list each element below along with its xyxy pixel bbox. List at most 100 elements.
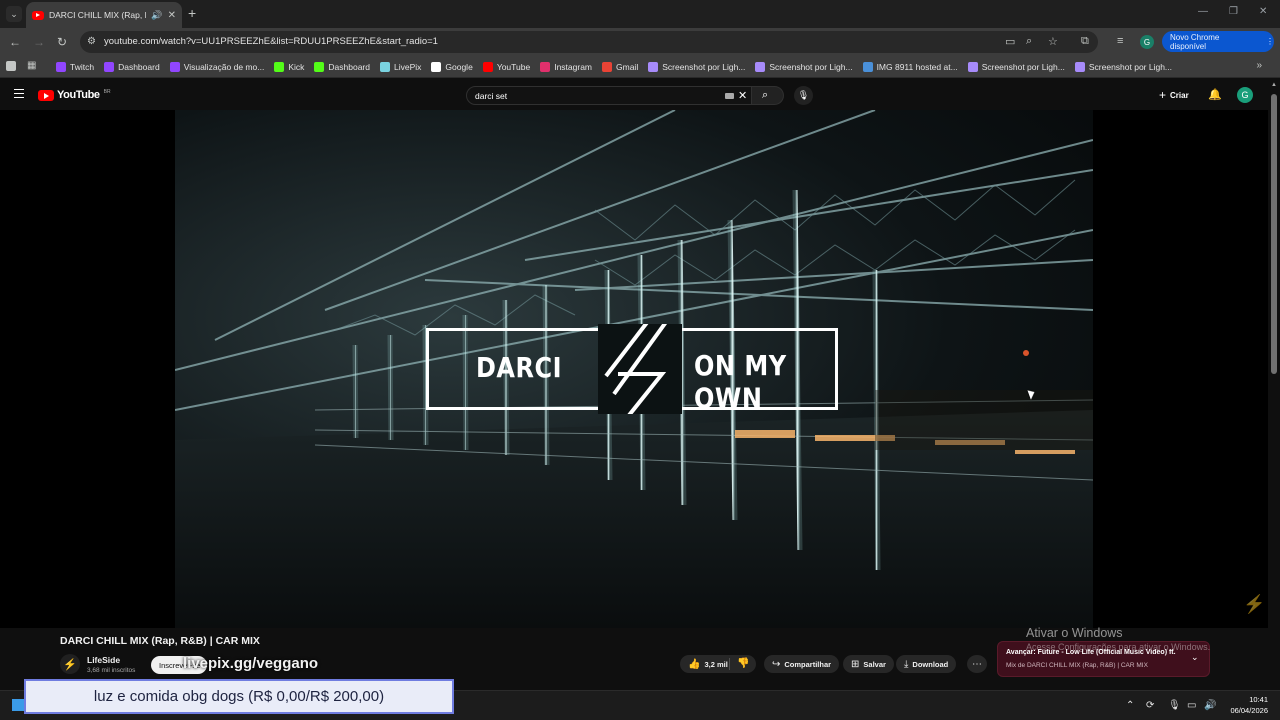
bookmark-star-icon[interactable]: ☆ xyxy=(1048,35,1058,48)
extensions-icon[interactable]: ⧉ xyxy=(1081,35,1089,48)
bookmark-label: Google xyxy=(445,62,473,72)
bookmark-item[interactable]: Instagram xyxy=(540,62,592,72)
channel-watermark-icon[interactable]: ⚡ xyxy=(1243,594,1265,615)
activation-title: Ativar o Windows xyxy=(1026,626,1123,640)
new-tab-button[interactable]: + xyxy=(188,6,196,20)
channel-logo-overlay: DARCI ON MY OWN xyxy=(426,324,838,414)
keyboard-icon[interactable] xyxy=(725,93,734,99)
save-button[interactable]: ⊞ Salvar xyxy=(843,655,894,673)
bookmark-item[interactable]: Screenshot por Ligh... xyxy=(967,62,1065,72)
hamburger-menu-icon[interactable] xyxy=(14,89,24,98)
bookmark-label: Visualização de mo... xyxy=(183,62,265,72)
close-window-icon[interactable]: ✕ xyxy=(1259,6,1267,17)
bookmark-item[interactable]: Kick xyxy=(274,62,304,72)
video-player[interactable]: DARCI ON MY OWN ⚡ xyxy=(0,110,1268,628)
network-icon[interactable]: ▭ xyxy=(1187,700,1196,711)
youtube-favicon-icon xyxy=(32,10,44,20)
search-button[interactable]: ⌕ xyxy=(752,86,784,105)
cast-icon[interactable]: ▭ xyxy=(1005,35,1015,48)
windows-activation-watermark: Ativar o Windows Acesse Configurações pa… xyxy=(1026,626,1210,652)
tray-expand-chevron-icon[interactable]: ⌃ xyxy=(1126,700,1134,711)
scrollbar-thumb[interactable] xyxy=(1271,94,1277,374)
clear-search-icon[interactable]: ✕ xyxy=(738,89,747,102)
like-button[interactable]: 👍 3,2 mil 👎 xyxy=(680,655,756,673)
voice-search-icon[interactable]: 🎙 xyxy=(794,86,813,105)
bookmark-item[interactable]: Dashboard xyxy=(104,62,160,72)
bookmark-item[interactable]: Google xyxy=(431,62,473,72)
more-bookmarks-icon[interactable]: » xyxy=(1256,60,1262,71)
notifications-bell-icon[interactable]: 🔔 xyxy=(1208,88,1222,101)
more-actions-icon[interactable]: ⋯ xyxy=(967,655,987,673)
bookmark-item[interactable]: Gmail xyxy=(602,62,638,72)
lightning-bolt-icon xyxy=(598,324,682,414)
overlay-track-text: ON MY OWN xyxy=(694,349,787,415)
volume-icon[interactable]: 🔊 xyxy=(1204,700,1216,711)
scroll-up-icon[interactable]: ▲ xyxy=(1271,82,1277,88)
speaker-icon[interactable]: 🔊 xyxy=(151,10,162,21)
channel-avatar[interactable]: ⚡ xyxy=(60,654,80,674)
taskbar-clock[interactable]: 10:41 06/04/2026 xyxy=(1226,695,1268,715)
page-scrollbar[interactable]: ▲ xyxy=(1268,80,1280,690)
sidebar-icon[interactable] xyxy=(6,61,16,71)
browser-tab-active[interactable]: DARCI CHILL MIX (Rap, R&B) 🔊 ✕ xyxy=(26,2,182,28)
chevron-down-icon[interactable]: ⌄ xyxy=(1191,652,1199,663)
overlay-artist-text: DARCI xyxy=(476,351,563,385)
bookmark-favicon-icon xyxy=(967,62,978,72)
youtube-play-icon xyxy=(38,89,54,101)
bookmark-label: Gmail xyxy=(616,62,639,72)
forward-arrow-icon[interactable]: → xyxy=(33,35,45,49)
search-input[interactable]: darci set ✕ xyxy=(466,86,752,105)
bookmark-item[interactable]: Dashboard xyxy=(314,62,370,72)
bookmark-item[interactable]: LivePix xyxy=(379,62,422,72)
youtube-logo[interactable]: YouTube BR xyxy=(38,89,111,101)
channel-name[interactable]: LifeSide xyxy=(87,655,120,665)
account-avatar[interactable]: G xyxy=(1237,87,1253,103)
media-controls-icon[interactable]: ≡ xyxy=(1117,35,1123,47)
bookmark-label: IMG 8911 hosted at... xyxy=(876,62,958,72)
bookmark-item[interactable]: Screenshot por Ligh... xyxy=(1074,62,1172,72)
thumbs-up-icon: 👍 xyxy=(688,658,701,670)
bookmark-favicon-icon xyxy=(862,62,873,72)
search-value: darci set xyxy=(475,91,508,101)
share-button[interactable]: ↪ Compartilhar xyxy=(764,655,840,673)
tab-search-chevron-icon[interactable]: ⌄ xyxy=(6,6,22,22)
bookmark-item[interactable]: Screenshot por Ligh... xyxy=(755,62,853,72)
bookmark-label: Screenshot por Ligh... xyxy=(662,62,746,72)
url-text[interactable]: youtube.com/watch?v=UU1PRSEEZhE&list=RDU… xyxy=(104,36,438,47)
subscriber-count: 3,68 mil inscritos xyxy=(87,667,136,674)
update-chrome-button[interactable]: Novo Chrome disponível ⋮ xyxy=(1162,31,1274,52)
bookmark-label: LivePix xyxy=(393,62,422,72)
bookmark-favicon-icon xyxy=(602,62,613,72)
bookmark-item[interactable]: Twitch xyxy=(56,62,94,72)
activation-subtitle: Acesse Configurações para ativar o Windo… xyxy=(1026,642,1211,652)
tray-app-icon[interactable]: ⟳ xyxy=(1146,700,1154,711)
reload-icon[interactable]: ↻ xyxy=(57,35,67,49)
youtube-region-code: BR xyxy=(103,89,111,95)
bookmark-favicon-icon xyxy=(314,62,325,72)
address-bar[interactable]: ⚙ youtube.com/watch?v=UU1PRSEEZhE&list=R… xyxy=(80,31,1098,53)
back-arrow-icon[interactable]: ← xyxy=(9,35,21,49)
bookmark-favicon-icon xyxy=(56,62,66,72)
like-divider xyxy=(729,658,730,670)
close-tab-icon[interactable]: ✕ xyxy=(168,10,176,21)
create-button[interactable]: + Criar xyxy=(1159,88,1189,102)
download-button[interactable]: ⤓ Download xyxy=(896,655,957,673)
minimize-icon[interactable]: — xyxy=(1198,6,1208,17)
bookmark-item[interactable]: Screenshot por Ligh... xyxy=(648,62,745,72)
bookmark-favicon-icon xyxy=(431,62,442,72)
download-arrow-icon: ⤓ xyxy=(904,658,909,670)
profile-avatar[interactable]: G xyxy=(1140,35,1154,49)
site-info-icon[interactable]: ⚙ xyxy=(87,36,96,47)
bookmark-item[interactable]: Visualização de mo... xyxy=(169,62,265,72)
zoom-icon[interactable]: ⌕ xyxy=(1026,35,1032,48)
thumbs-down-icon[interactable]: 👎 xyxy=(737,658,749,669)
maximize-icon[interactable]: ❐ xyxy=(1229,6,1238,17)
windows-start-icon[interactable] xyxy=(12,699,24,711)
bookmark-favicon-icon xyxy=(540,62,551,72)
up-next-subtitle: Mix de DARCI CHILL MIX (Rap, R&B) | CAR … xyxy=(1006,662,1148,669)
microphone-icon[interactable]: 🎙 xyxy=(1168,700,1181,711)
bookmark-item[interactable]: YouTube xyxy=(482,62,530,72)
bookmark-item[interactable]: IMG 8911 hosted at... xyxy=(862,62,958,72)
bookmark-favicon-icon xyxy=(104,62,115,72)
apps-grid-icon[interactable]: ▦ xyxy=(27,60,36,71)
